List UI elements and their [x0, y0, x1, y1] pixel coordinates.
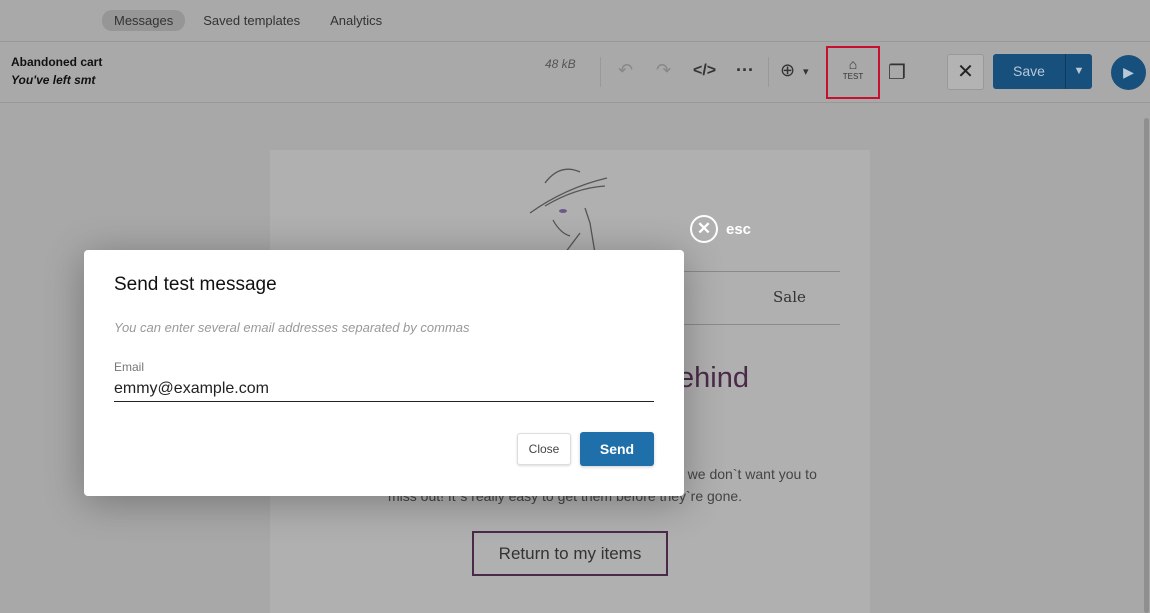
email-headline: ehind [678, 362, 749, 394]
save-button[interactable]: Save ▼ [993, 54, 1092, 89]
send-test-dialog: Send test message You can enter several … [84, 250, 684, 496]
tab-saved-templates[interactable]: Saved templates [191, 10, 312, 31]
email-field[interactable] [114, 377, 654, 402]
tab-analytics[interactable]: Analytics [318, 10, 394, 31]
chevron-down-icon[interactable]: ▾ [803, 65, 809, 78]
return-to-items-button: Return to my items [472, 531, 668, 576]
save-dropdown-icon[interactable]: ▼ [1065, 54, 1092, 89]
top-nav: Messages Saved templates Analytics [0, 0, 1150, 42]
email-menu-sale: Sale [773, 288, 806, 306]
save-label: Save [1013, 63, 1045, 79]
envelope-open-icon: ⌂ [848, 56, 858, 72]
divider [768, 57, 769, 87]
template-subject: You've left smt [11, 73, 96, 87]
esc-label: esc [726, 220, 752, 238]
dialog-hint: You can enter several email addresses se… [114, 320, 470, 335]
esc-close-button[interactable]: ✕ esc [690, 215, 751, 243]
template-name: Abandoned cart [11, 55, 103, 69]
dialog-title: Send test message [114, 274, 277, 295]
editor-toolbar: Abandoned cart You've left smt 48 kB ↶ ↷… [0, 43, 1150, 103]
email-label: Email [114, 360, 145, 374]
undo-icon[interactable]: ↶ [618, 60, 633, 81]
test-button-highlight[interactable]: ⌂ TEST [826, 46, 880, 99]
send-button[interactable]: Send [580, 432, 654, 466]
more-icon[interactable]: ··· [736, 60, 754, 81]
close-circle-icon: ✕ [690, 215, 718, 243]
template-size: 48 kB [545, 57, 576, 71]
preview-play-button[interactable]: ▶ [1111, 55, 1146, 90]
tab-messages[interactable]: Messages [102, 10, 186, 31]
code-icon[interactable]: </> [693, 62, 716, 80]
close-button[interactable]: Close [517, 433, 571, 465]
test-label: TEST [842, 72, 864, 81]
logo-woman-hat-icon [529, 168, 608, 253]
globe-icon[interactable]: ⊕ [780, 60, 795, 81]
divider [600, 57, 601, 87]
email-body-line: d we don`t want you to [676, 466, 817, 482]
copy-icon[interactable]: ❐ [888, 60, 906, 85]
scrollbar[interactable] [1144, 118, 1149, 613]
close-editor-button[interactable]: ✕ [947, 54, 984, 90]
redo-icon[interactable]: ↷ [656, 60, 671, 81]
